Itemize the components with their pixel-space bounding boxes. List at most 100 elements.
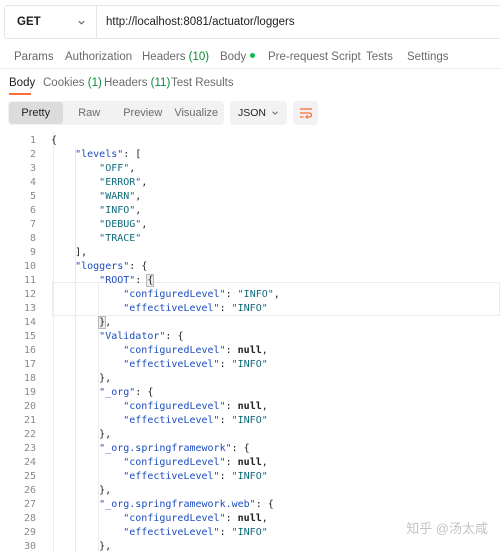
line-number: 20 [23,401,36,412]
code-text: "configuredLevel": null, [123,513,268,524]
line-number: 23 [23,443,36,454]
response-headers-count: (11) [150,77,171,89]
line-number: 11 [23,275,36,286]
code-line: 30 }, [0,540,500,553]
line-number: 12 [23,289,36,300]
line-number: 2 [29,149,36,160]
code-text: "effectiveLevel": "INFO" [123,471,268,482]
code-line: 19 "_org": { [0,386,500,400]
chevron-down-icon [78,20,85,25]
line-number: 6 [29,205,36,216]
line-number: 27 [23,499,36,510]
method-select[interactable]: GET [5,6,97,38]
code-line: 12 "configuredLevel": "INFO", [0,288,500,302]
line-number: 29 [23,527,36,538]
response-tab-headers[interactable]: Headers (11) [104,77,170,89]
line-number: 9 [29,247,36,258]
line-number: 26 [23,485,36,496]
tab-body[interactable]: Body [220,51,256,63]
code-text: "configuredLevel": "INFO", [123,289,280,300]
code-text: "effectiveLevel": "INFO" [123,303,268,314]
view-mode-switch: Pretty Raw Preview Visualize [8,101,224,125]
view-preview-button[interactable]: Preview [116,102,170,124]
code-line: 4 "ERROR", [0,176,500,190]
line-number: 3 [29,163,36,174]
view-visualize-button[interactable]: Visualize [170,102,224,124]
headers-count: (10) [188,51,210,63]
code-text: "_org.springframework.web": { [99,499,274,510]
code-text: }, [51,429,112,440]
line-number: 22 [23,429,36,440]
code-line: 22 }, [0,428,500,442]
watermark: 知乎 @汤太咸 [406,521,488,536]
format-label: JSON [238,107,267,119]
tab-authorization[interactable]: Authorization [65,51,132,63]
code-text: "WARN", [99,191,142,202]
code-text: "ROOT": { [99,274,155,287]
code-line: 11 "ROOT": { [0,274,500,288]
line-number: 21 [23,415,36,426]
code-line: 23 "_org.springframework": { [0,442,500,456]
line-number: 18 [23,373,36,384]
tab-settings[interactable]: Settings [407,51,449,63]
response-body-editor[interactable]: 1{2 "levels": [3 "OFF", 4 "ERROR", 5 "WARN… [0,132,500,553]
code-line: 18 }, [0,372,500,386]
code-line: 25 "effectiveLevel": "INFO" [0,470,500,484]
response-tab-cookies[interactable]: Cookies (1) [43,77,102,89]
line-number: 7 [29,219,36,230]
view-raw-button[interactable]: Raw [63,102,117,124]
code-line: 26 }, [0,484,500,498]
code-text: { [51,135,58,146]
wrap-lines-icon [299,108,312,119]
tab-pre-request-script[interactable]: Pre-request Script [268,51,361,63]
code-line: 9 ], [0,246,500,260]
code-text: "levels": [ [75,149,142,160]
line-number: 17 [23,359,36,370]
line-number: 4 [29,177,36,188]
view-pretty-button[interactable]: Pretty [9,102,63,124]
code-text: "INFO", [99,205,142,216]
response-tab-body[interactable]: Body [9,77,35,89]
code-line: 27 "_org.springframework.web": { [0,498,500,512]
line-number: 24 [23,457,36,468]
line-number: 28 [23,513,36,524]
request-bar: GET http://localhost:8081/actuator/logge… [4,5,500,39]
line-number: 5 [29,191,36,202]
code-line: 21 "effectiveLevel": "INFO" [0,414,500,428]
code-line: 13 "effectiveLevel": "INFO" [0,302,500,316]
code-text: "_org": { [99,387,154,398]
chevron-down-icon [272,111,278,115]
line-number: 1 [29,135,36,146]
code-text: ], [51,247,88,258]
code-text: "_org.springframework": { [99,443,250,454]
code-line: 10 "loggers": { [0,260,500,274]
code-line: 5 "WARN", [0,190,500,204]
url-input[interactable]: http://localhost:8081/actuator/loggers [97,6,500,38]
tab-params[interactable]: Params [14,51,54,63]
line-number: 30 [23,541,36,552]
line-number: 13 [23,303,36,314]
request-tabs: Params Authorization Headers (10) Body P… [0,47,500,69]
line-number: 15 [23,331,36,342]
code-line: 3 "OFF", [0,162,500,176]
response-tabs: Body Cookies (1) Headers (11) Test Resul… [0,73,500,95]
code-line: 7 "DEBUG", [0,218,500,232]
tab-tests[interactable]: Tests [366,51,393,63]
wrap-lines-button[interactable] [293,101,318,125]
code-text: "configuredLevel": null, [123,457,268,468]
code-line: 20 "configuredLevel": null, [0,400,500,414]
code-text: "DEBUG", [99,219,148,230]
code-line: 16 "configuredLevel": null, [0,344,500,358]
response-tab-test-results[interactable]: Test Results [171,77,234,89]
code-text: "effectiveLevel": "INFO" [123,527,268,538]
code-text: "loggers": { [75,261,148,272]
code-line: 1{ [0,134,500,148]
code-text: }, [98,316,112,329]
body-indicator-dot [250,53,256,59]
code-text: }, [51,373,112,384]
tab-headers[interactable]: Headers (10) [142,51,209,63]
code-text: "effectiveLevel": "INFO" [123,415,268,426]
code-line: 14 }, [0,316,500,330]
code-line: 15 "Validator": { [0,330,500,344]
format-select[interactable]: JSON [230,101,287,125]
